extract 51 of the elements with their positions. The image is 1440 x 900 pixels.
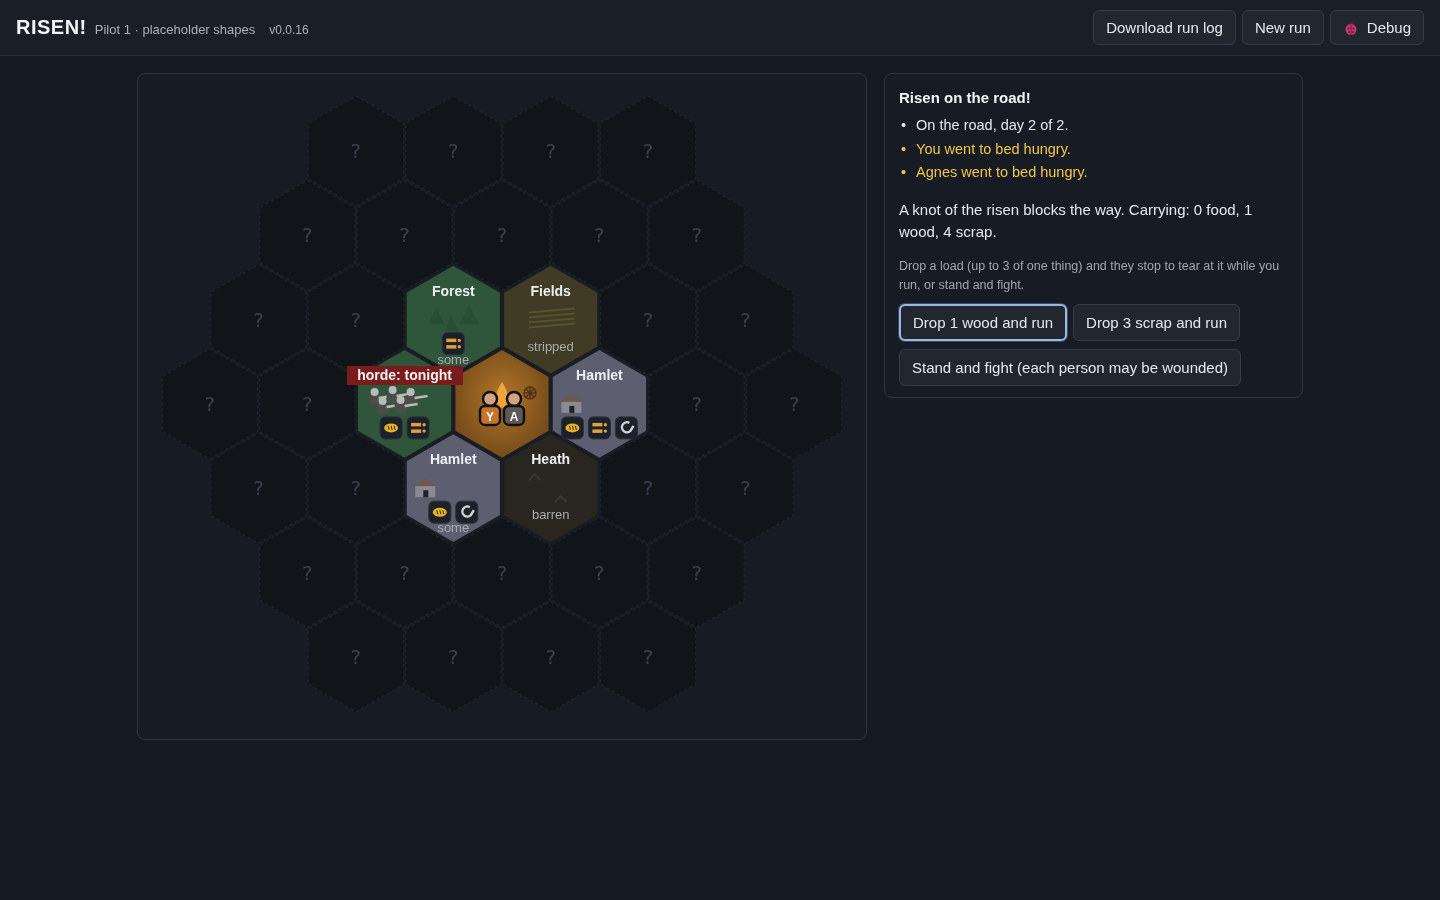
bullet: • [901,139,907,159]
resource-note: barren [531,507,570,523]
event-hint: Drop a load (up to 3 of one thing) and they stop to tear at it while you run, or stand and fight. [899,257,1281,294]
unknown-mark: ? [642,139,654,163]
unknown-mark: ? [253,307,264,332]
terrain-name: Hamlet [429,451,477,468]
unknown-mark: ? [204,391,216,416]
app-title: RISEN! [16,16,87,39]
unknown-mark: ? [691,223,703,248]
unknown-mark: ? [350,139,362,163]
unknown-mark: ? [740,476,751,501]
log-entry: Agnes went to bed hungry. [916,163,1088,182]
unknown-mark: ? [545,139,556,163]
unknown-mark: ? [642,644,654,669]
unknown-mark: ? [350,307,362,332]
unknown-mark: ? [594,223,605,248]
unknown-mark: ? [691,391,703,416]
log-entry: On the road, day 2 of 2. [916,116,1069,135]
unknown-mark: ? [350,644,362,669]
unknown-mark: ? [350,476,362,501]
unknown-mark: ? [448,139,459,163]
resource-note: stripped [527,338,574,354]
unknown-mark: ? [253,476,264,501]
resource-note: some [437,520,470,536]
unknown-mark: ? [496,223,508,248]
unknown-mark: ? [642,307,654,332]
resource-note: some [437,351,470,367]
log-entry: You went to bed hungry. [916,139,1071,159]
terrain-name: Heath [531,451,571,468]
bullet: • [901,116,907,135]
unknown-mark: ? [399,223,410,248]
unknown-mark: ? [448,644,459,669]
bullet: • [901,163,907,182]
unknown-mark: ? [545,644,556,669]
unknown-mark: ? [788,391,800,416]
terrain-name: Forest [431,282,475,299]
unknown-mark: ? [594,560,605,585]
unknown-mark: ? [496,560,508,585]
event-description: A knot of the risen blocks the way. Carrying: 0 food, 1 wood, 4 scrap. [899,199,1254,242]
unknown-mark: ? [642,476,654,501]
unknown-mark: ? [399,560,410,585]
unknown-mark: ? [301,560,313,585]
unknown-mark: ? [740,307,751,332]
unknown-mark: ? [301,223,313,248]
unknown-mark: ? [691,560,703,585]
unknown-mark: ? [301,391,313,416]
event-title: Risen on the road! [899,89,1032,106]
subtitle: Pilot 1 · placeholder shapes [94,22,256,37]
terrain-name: Fields [530,282,571,299]
version-label: v0.0.16 [269,23,309,37]
terrain-name: Hamlet [576,366,623,383]
